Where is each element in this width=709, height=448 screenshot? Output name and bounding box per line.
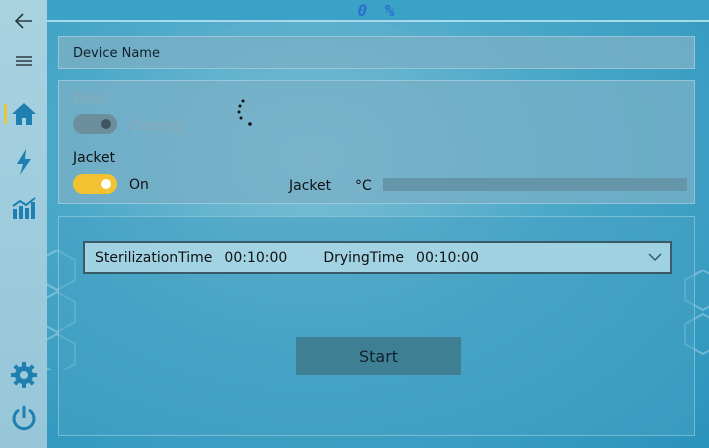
toggle-knob [101,119,111,129]
jacket-temp-label: Jacket [289,178,332,194]
home-icon [11,103,36,125]
menu-button[interactable] [0,41,47,81]
progress-percent: 0 % [357,0,399,20]
arrow-left-icon [14,13,32,29]
hamburger-icon [15,56,32,66]
drying-time-value: 00:10:00 [416,249,479,266]
nav-power[interactable] [0,142,47,182]
sidebar [0,0,47,448]
status-panel: Door Closing Jacket On Jacket °C [58,80,695,204]
loading-spinner-icon [237,99,252,126]
main-area: 0 % Device Name Door Closing Jacket On J… [47,0,709,448]
jacket-toggle[interactable] [73,174,117,194]
sterilization-time-value: 00:10:00 [224,249,288,266]
program-panel: SterilizationTime 00:10:00 DryingTime 00… [58,216,695,436]
status-bar: 0 % [47,0,709,22]
sterilization-time-label: SterilizationTime [95,249,213,266]
gear-icon [10,362,37,388]
bar-chart-icon [11,197,36,219]
nav-charts[interactable] [0,188,47,228]
device-name-label: Device Name [73,46,160,61]
jacket-label: Jacket [73,150,116,166]
jacket-state: On [129,177,149,193]
chevron-down-icon [648,253,662,262]
door-state: Closing [129,118,181,134]
back-button[interactable] [0,1,47,41]
device-panel: Device Name [58,36,695,69]
nav-settings[interactable] [0,355,47,395]
program-select[interactable]: SterilizationTime 00:10:00 DryingTime 00… [83,241,672,274]
jacket-temp-bar [383,178,687,191]
door-label: Door [73,91,107,107]
toggle-knob [101,179,111,189]
lightning-icon [16,149,31,175]
start-button[interactable]: Start [296,337,461,375]
nav-home[interactable] [0,94,47,134]
temp-unit: °C [355,178,372,194]
nav-shutdown[interactable] [0,398,47,438]
drying-time-label: DryingTime [323,249,405,266]
power-icon [12,406,35,431]
door-toggle[interactable] [73,114,117,134]
